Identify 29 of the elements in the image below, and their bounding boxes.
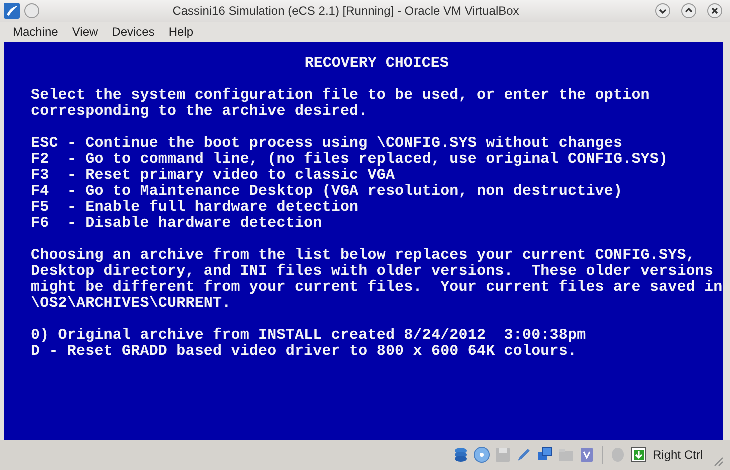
- pin-button[interactable]: [24, 3, 40, 19]
- screen-line: F3 - Reset primary video to classic VGA: [31, 168, 396, 184]
- resize-grip-icon[interactable]: [712, 455, 724, 467]
- app-icon[interactable]: [4, 3, 20, 19]
- keyboard-capture-icon[interactable]: [630, 446, 648, 464]
- screen-line: F2 - Go to command line, (no files replaced, use original CONFIG.SYS): [31, 152, 668, 168]
- screen-line: Desktop directory, and INI files with older versions. These older versions: [31, 264, 714, 280]
- screen-line: F4 - Go to Maintenance Desktop (VGA resolution, non destructive): [31, 184, 623, 200]
- screen-line: F5 - Enable full hardware detection: [31, 200, 359, 216]
- screen-line: D - Reset GRADD based video driver to 800 x 600 64K colours.: [31, 344, 578, 360]
- screen-line: ESC - Continue the boot process using \CONFIG.SYS without changes: [31, 136, 623, 152]
- minimize-icon[interactable]: [655, 3, 671, 19]
- disc-icon[interactable]: [472, 446, 491, 464]
- host-key-label: Right Ctrl: [652, 447, 703, 464]
- screen-line: Choosing an archive from the list below replaces your current CONFIG.SYS,: [31, 248, 696, 264]
- close-icon[interactable]: [707, 3, 723, 19]
- screen-line: Select the system configuration file to be used, or enter the option: [31, 88, 650, 104]
- screen-line: might be different from your current files. Your current files are saved in: [31, 280, 723, 296]
- menu-item[interactable]: Help: [162, 23, 201, 41]
- screen-line: \OS2\ARCHIVES\CURRENT.: [31, 296, 232, 312]
- screen-heading: RECOVERY CHOICES: [304, 56, 449, 72]
- window-title: Cassini16 Simulation (eCS 2.1) [Running] - Oracle VM VirtualBox: [172, 3, 520, 20]
- screen-line: F6 - Disable hardware detection: [31, 216, 322, 232]
- menu-item[interactable]: View: [65, 23, 106, 41]
- screen-line: 0) Original archive from INSTALL created 8/24/2012 3:00:38pm: [31, 328, 586, 344]
- menu-item[interactable]: Machine: [6, 23, 66, 41]
- maximize-icon[interactable]: [681, 3, 697, 19]
- screen-line: corresponding to the archive desired.: [31, 104, 368, 120]
- menu-item[interactable]: Devices: [105, 23, 162, 41]
